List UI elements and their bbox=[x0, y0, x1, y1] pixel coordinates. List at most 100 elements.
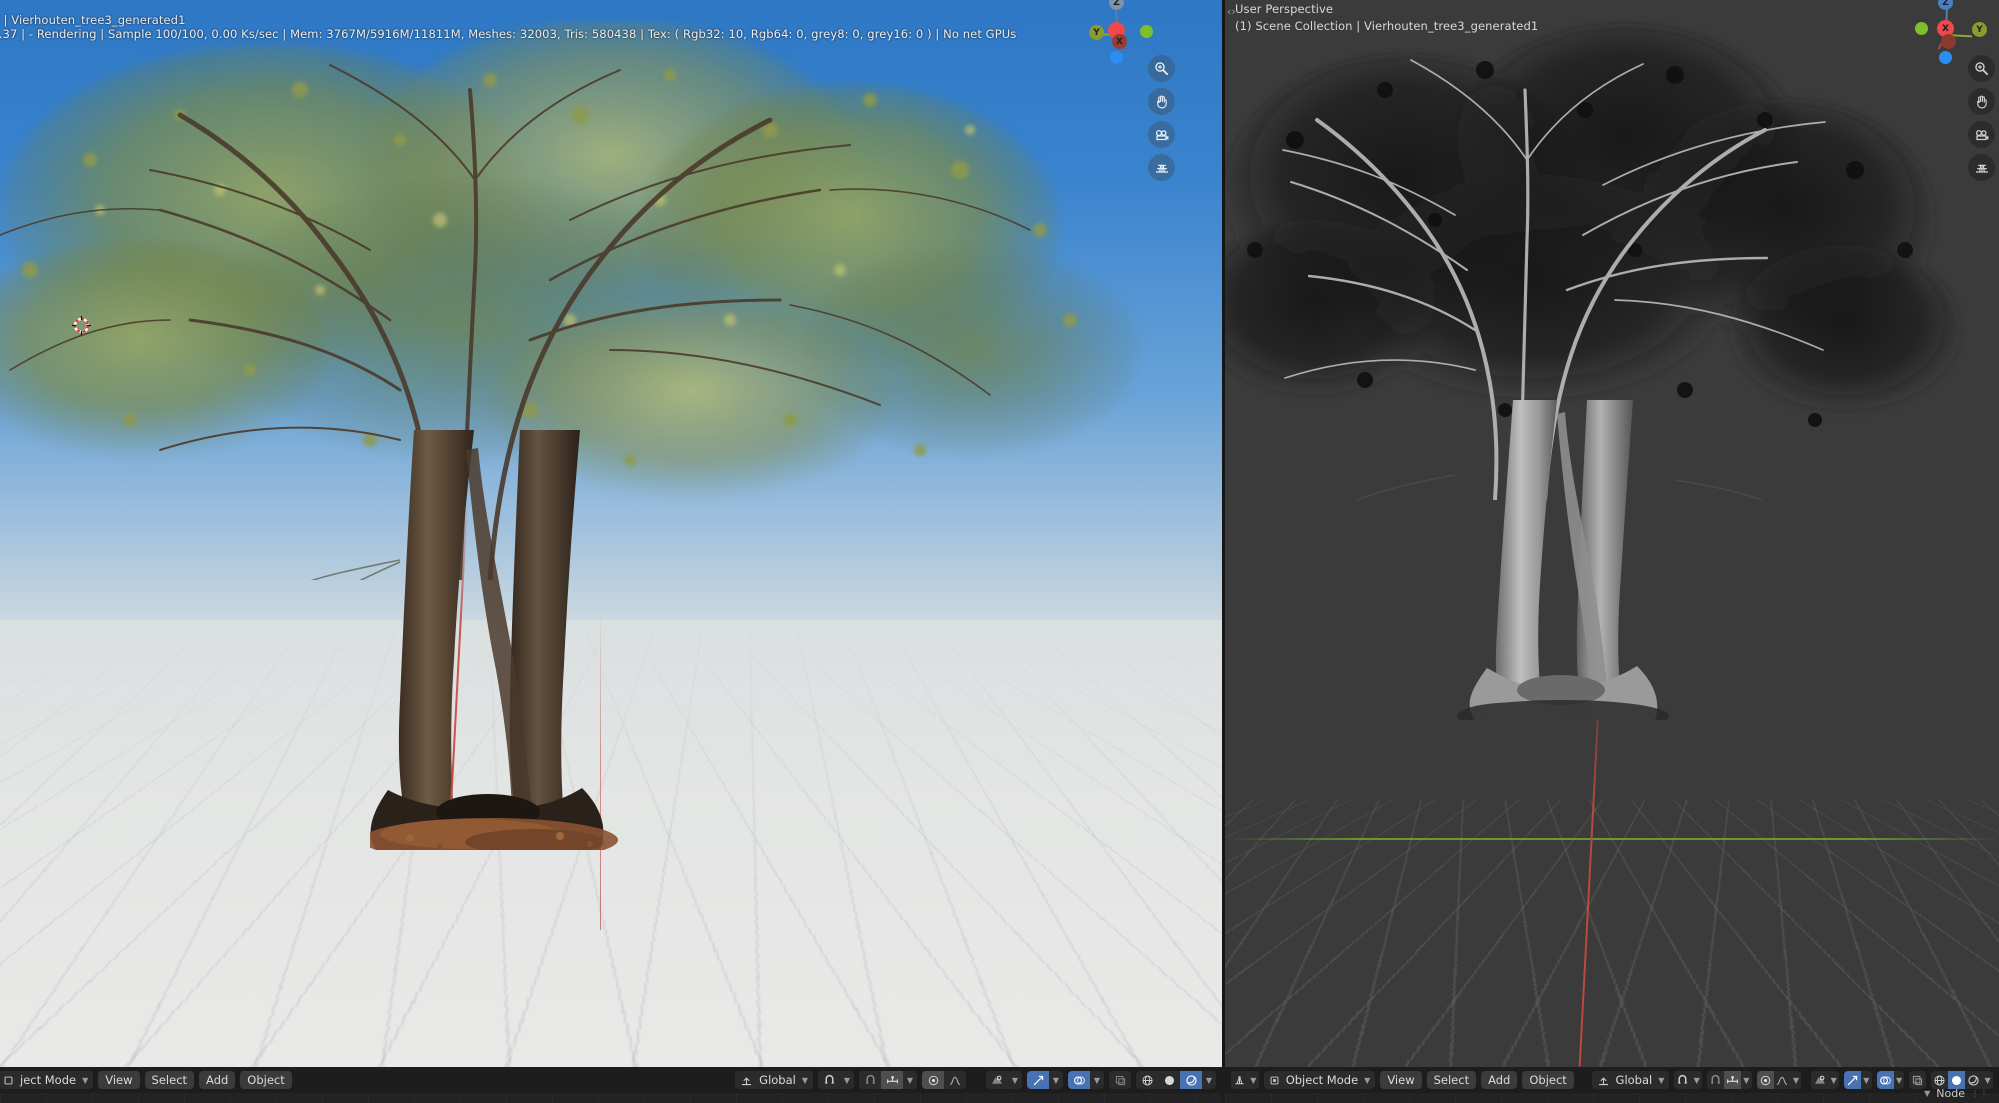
chevron-down-icon[interactable]: ▼ bbox=[1691, 1071, 1703, 1089]
overlays-group[interactable]: ▼ bbox=[1876, 1071, 1905, 1089]
snap-target-group[interactable]: ▼ bbox=[859, 1071, 917, 1089]
mode-label: Object Mode bbox=[1285, 1073, 1359, 1087]
proportional-edit-group[interactable] bbox=[922, 1071, 966, 1089]
pan-hand-icon[interactable] bbox=[1968, 88, 1995, 115]
chevron-down-icon[interactable]: ▼ bbox=[1740, 1071, 1752, 1089]
status-node-panel[interactable]: ▼ Node ⋮⋮ bbox=[1924, 1086, 1989, 1101]
visibility-group[interactable]: ▼ bbox=[1811, 1071, 1840, 1089]
gizmo-group[interactable]: ▼ bbox=[1844, 1071, 1872, 1089]
mode-dropdown[interactable]: ject Mode ▼ bbox=[0, 1071, 94, 1089]
snap-magnet-toggle-icon[interactable] bbox=[1707, 1071, 1725, 1089]
shading-solid-icon[interactable] bbox=[1158, 1071, 1180, 1089]
overlays-group[interactable]: ▼ bbox=[1068, 1071, 1104, 1089]
gizmo-axis-z[interactable]: Z bbox=[1938, 0, 1953, 10]
3d-cursor-icon bbox=[72, 316, 91, 335]
shading-material-icon[interactable] bbox=[1180, 1071, 1202, 1089]
grid-perspective-icon[interactable] bbox=[1968, 154, 1995, 181]
menu-view[interactable]: View bbox=[98, 1071, 140, 1089]
axis-gizmo-icon bbox=[1598, 1077, 1608, 1085]
gizmo-icon[interactable] bbox=[1844, 1071, 1861, 1089]
object-mode-icon bbox=[1270, 1076, 1279, 1084]
chevron-down-icon[interactable]: ▼ bbox=[1008, 1071, 1022, 1089]
viewport-nav-buttons-left[interactable] bbox=[1148, 55, 1175, 181]
chevron-down-icon[interactable]: ▼ bbox=[1090, 1071, 1104, 1089]
zoom-icon[interactable] bbox=[1968, 55, 1995, 82]
pan-hand-icon[interactable] bbox=[1148, 88, 1175, 115]
chevron-down-icon[interactable]: ▼ bbox=[1828, 1071, 1840, 1089]
blender-window: ollection | Vierhouten_tree3_generated1 … bbox=[0, 0, 1999, 1103]
zoom-icon[interactable] bbox=[1148, 55, 1175, 82]
object-visibility-icon[interactable] bbox=[1811, 1071, 1829, 1089]
status-node-label: Node bbox=[1936, 1087, 1965, 1100]
snap-group[interactable]: ▼ bbox=[818, 1071, 854, 1089]
mode-dropdown[interactable]: Object Mode ▼ bbox=[1263, 1071, 1376, 1089]
chevron-down-icon[interactable]: ▼ bbox=[1790, 1071, 1802, 1089]
chevron-down-icon[interactable]: ▼ bbox=[1247, 1071, 1259, 1089]
magnet-icon[interactable] bbox=[1674, 1071, 1692, 1089]
gizmo-axis-z-neg[interactable] bbox=[1939, 51, 1952, 64]
menu-select[interactable]: Select bbox=[1426, 1071, 1477, 1089]
shading-modes-group[interactable]: ▼ bbox=[1136, 1071, 1216, 1089]
gizmo-icon[interactable] bbox=[1027, 1071, 1049, 1089]
gizmo-axis-y[interactable]: Y bbox=[1972, 22, 1987, 37]
gizmo-axis-y-neg[interactable] bbox=[1915, 22, 1928, 35]
chevron-down-icon[interactable]: ▼ bbox=[1202, 1071, 1216, 1089]
smooth-falloff-icon[interactable] bbox=[1773, 1071, 1791, 1089]
menu-object[interactable]: Object bbox=[1522, 1071, 1574, 1089]
viewport-rendered[interactable]: ollection | Vierhouten_tree3_generated1 … bbox=[0, 0, 1222, 1067]
viewport-nav-buttons-right[interactable] bbox=[1968, 55, 1995, 181]
chevron-down-icon[interactable]: ▼ bbox=[1049, 1071, 1063, 1089]
grip-handle-icon[interactable]: ⋮⋮ bbox=[1971, 1089, 1989, 1098]
menu-object[interactable]: Object bbox=[240, 1071, 292, 1089]
snap-increment-icon[interactable] bbox=[881, 1071, 903, 1089]
camera-icon[interactable] bbox=[1968, 121, 1995, 148]
smooth-falloff-icon[interactable] bbox=[944, 1071, 966, 1089]
chevron-down-icon[interactable]: ▼ bbox=[1893, 1071, 1905, 1089]
grid-perspective-icon[interactable] bbox=[1148, 154, 1175, 181]
viewport-header-left[interactable]: ject Mode ▼ View Select Add Object Globa… bbox=[0, 1067, 1222, 1093]
gizmo-axis-x-neg[interactable] bbox=[1941, 34, 1956, 49]
proportional-edit-group[interactable]: ▼ bbox=[1756, 1071, 1802, 1089]
chevron-down-icon[interactable]: ▼ bbox=[1860, 1071, 1872, 1089]
overlays-icon[interactable] bbox=[1068, 1071, 1090, 1089]
floor-grid bbox=[1225, 800, 1999, 1067]
snap-target-group[interactable]: ▼ bbox=[1707, 1071, 1752, 1089]
gizmo-axis-y[interactable]: Y bbox=[1089, 25, 1104, 40]
menu-add[interactable]: Add bbox=[199, 1071, 236, 1089]
chevron-down-icon[interactable]: ▼ bbox=[840, 1071, 854, 1089]
header-collapse-arrow[interactable]: ‹› bbox=[1227, 5, 1236, 18]
visibility-group[interactable]: ▼ bbox=[986, 1071, 1022, 1089]
shading-wireframe-icon[interactable] bbox=[1136, 1071, 1158, 1089]
xray-icon[interactable] bbox=[1109, 1071, 1131, 1089]
editor-type-group[interactable]: ▼ bbox=[1231, 1071, 1259, 1089]
camera-icon[interactable] bbox=[1148, 121, 1175, 148]
gizmo-group[interactable]: ▼ bbox=[1027, 1071, 1063, 1089]
mode-label: ject Mode bbox=[20, 1073, 77, 1087]
magnet-icon[interactable] bbox=[818, 1071, 840, 1089]
proportional-edit-icon[interactable] bbox=[922, 1071, 944, 1089]
gizmo-axis-y-neg[interactable] bbox=[1140, 25, 1153, 38]
gizmo-axis-z-neg[interactable] bbox=[1110, 51, 1123, 64]
chevron-down-icon: ▼ bbox=[801, 1075, 808, 1085]
viewport-solid[interactable]: User Perspective (1) Scene Collection | … bbox=[1225, 0, 1999, 1067]
editor-type-3dview-icon[interactable] bbox=[1231, 1071, 1248, 1089]
overlays-icon[interactable] bbox=[1876, 1071, 1894, 1089]
proportional-edit-icon[interactable] bbox=[1756, 1071, 1774, 1089]
menu-add[interactable]: Add bbox=[1481, 1071, 1518, 1089]
menu-view[interactable]: View bbox=[1380, 1071, 1422, 1089]
gizmo-axis-x[interactable]: X bbox=[1112, 34, 1127, 49]
gizmo-axis-z[interactable]: Z bbox=[1109, 0, 1124, 10]
transform-orientation-dropdown[interactable]: Global ▼ bbox=[1591, 1071, 1670, 1089]
viewport-header-right[interactable]: ▼ Object Mode ▼ View Select Add Object G… bbox=[1225, 1067, 1999, 1093]
snap-magnet-toggle-icon[interactable] bbox=[859, 1071, 881, 1089]
transform-orientation-dropdown[interactable]: Global ▼ bbox=[735, 1071, 813, 1089]
tree-trunk-solid bbox=[1457, 400, 1669, 720]
snap-increment-icon[interactable] bbox=[1724, 1071, 1741, 1089]
orientation-label: Global bbox=[1615, 1073, 1653, 1087]
menu-select[interactable]: Select bbox=[144, 1071, 195, 1089]
chevron-down-icon[interactable]: ▼ bbox=[903, 1071, 917, 1089]
snap-group[interactable]: ▼ bbox=[1674, 1071, 1703, 1089]
chevron-down-icon: ▼ bbox=[1658, 1075, 1665, 1085]
xray-group[interactable] bbox=[1109, 1071, 1131, 1089]
object-visibility-icon[interactable] bbox=[986, 1071, 1008, 1089]
